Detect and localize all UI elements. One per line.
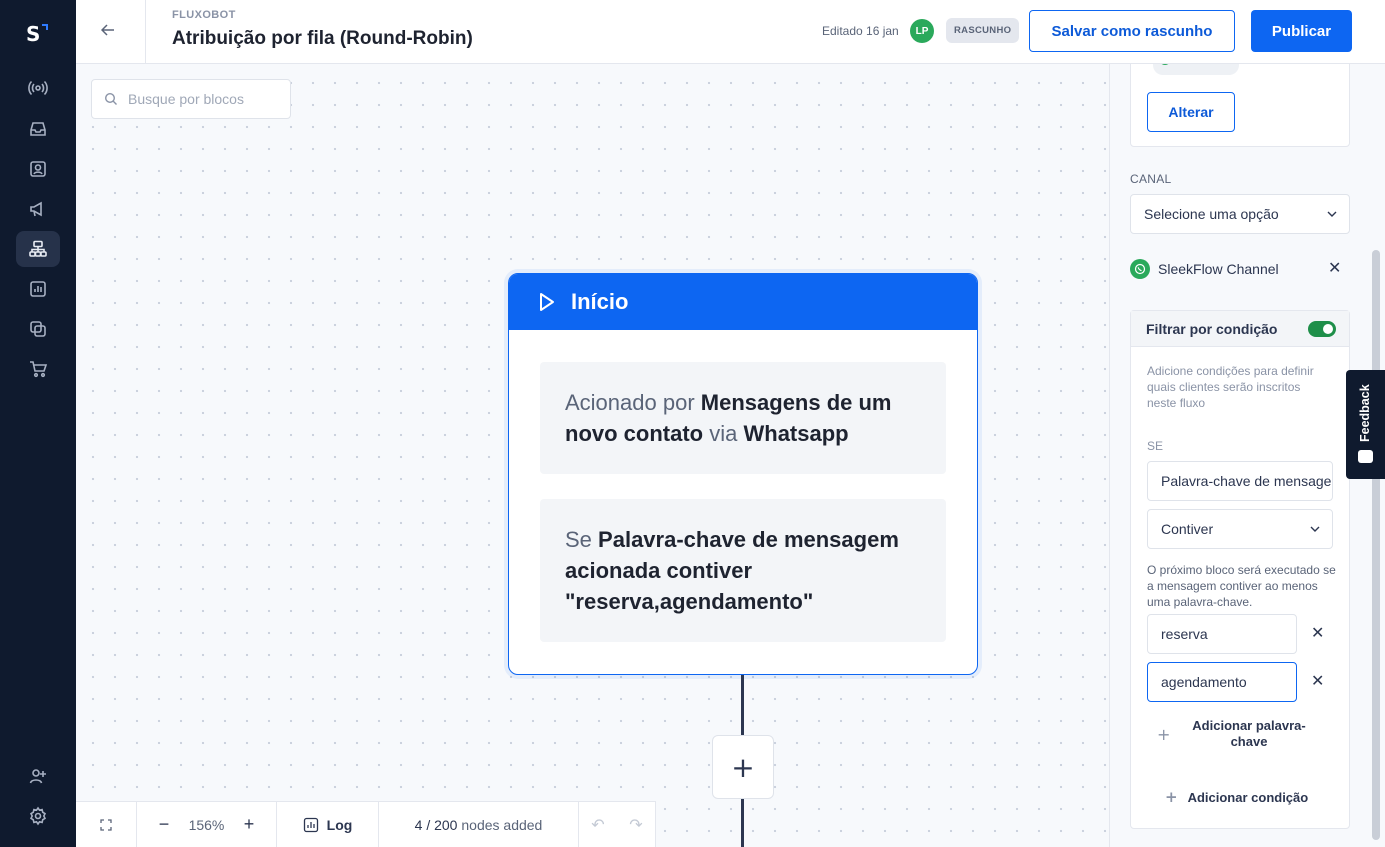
feedback-tab[interactable]: Feedback [1346,370,1385,479]
chevron-down-icon [1327,211,1337,217]
publish-button[interactable]: Publicar [1251,10,1352,52]
add-condition-label: Adicionar condição [1187,789,1309,805]
trigger-prefix: Acionado por [565,390,695,415]
nodes-counter: 4 / 200 nodes added [379,801,579,847]
chevron-down-icon [1310,526,1320,532]
trigger-channel: Whatsapp [743,421,849,446]
trigger-via: via [709,421,738,446]
whatsapp-status-chip [1153,64,1239,75]
if-label: SE [1147,439,1164,453]
add-keyword-label: Adicionar palavra-chave [1192,718,1306,749]
header-divider [145,0,146,64]
plus-icon: + [1157,724,1171,744]
fit-view-icon[interactable] [76,801,137,847]
condition-operator-value: Contiver [1161,521,1214,537]
condition-operator-select[interactable]: Contiver [1147,509,1333,549]
keyword-input-2[interactable] [1147,662,1297,702]
inbox-icon[interactable] [16,111,60,147]
zoom-in-button[interactable]: + [244,814,255,835]
flow-title[interactable]: Atribuição por fila (Round-Robin) [172,28,473,50]
selected-channel: SleekFlow Channel [1130,258,1350,280]
condition-card[interactable]: Se Palavra-chave de mensagem acionada co… [540,499,946,642]
add-block-button[interactable]: + [712,735,774,799]
remove-keyword-icon[interactable]: ✕ [1311,623,1324,642]
flow-type-label: FLUXOBOT [172,9,236,21]
commerce-icon[interactable] [16,351,60,387]
trigger-card[interactable]: Acionado por Mensagens de um novo contat… [540,362,946,474]
back-arrow-icon[interactable] [96,18,120,42]
condition-text: Palavra-chave de mensagem acionada conti… [565,527,899,614]
start-node-title: Início [571,289,629,314]
status-badge: RASCUNHO [946,18,1020,43]
avatar: LP [910,19,934,43]
integrations-icon[interactable] [16,311,60,347]
flow-canvas[interactable]: Início Acionado por Mensagens de um novo… [76,64,1109,847]
zoom-level: 156% [188,816,225,833]
log-icon [303,817,318,832]
panel-scrollbar[interactable] [1372,250,1380,840]
broadcast-icon[interactable] [16,70,60,106]
condition-prefix: Se [565,527,592,552]
channel-select-placeholder: Selecione uma opção [1144,206,1279,222]
whatsapp-icon [1130,259,1150,279]
play-icon [540,293,554,311]
nav-rail: S [0,0,76,847]
settings-panel: Alterar CANAL Selecione uma opção SleekF… [1109,64,1385,847]
feedback-label: Feedback [1358,384,1372,442]
search-input[interactable] [128,91,278,107]
history-controls: ↶ ↷ [579,802,655,847]
undo-icon[interactable]: ↶ [591,815,604,835]
filter-title: Filtrar por condição [1146,320,1278,337]
operator-help-text: O próximo bloco será executado se a mens… [1147,563,1336,609]
settings-icon[interactable] [16,798,60,834]
nodes-count: 4 / 200 [414,816,458,833]
app-logo[interactable]: S [26,22,52,48]
flow-builder-icon[interactable] [16,231,60,267]
trigger-summary-card: Alterar [1130,64,1350,147]
nodes-suffix: nodes added [461,816,543,833]
filter-condition-card: Filtrar por condição Adicione condições … [1130,310,1350,829]
save-draft-button[interactable]: Salvar como rascunho [1029,10,1235,52]
change-trigger-button[interactable]: Alterar [1147,92,1235,132]
plus-icon: + [1165,788,1178,806]
channel-name: SleekFlow Channel [1158,261,1279,277]
log-label: Log [326,816,353,833]
canvas-toolbar: − 156% + Log 4 / 200 nodes added ↶ ↷ [76,801,656,847]
add-condition-button[interactable]: + Adicionar condição [1165,788,1308,806]
zoom-controls: − 156% + [137,801,277,847]
zoom-out-button[interactable]: − [159,814,170,835]
logo-letter: S [26,22,41,46]
filter-help-text: Adicione condições para definir quais cl… [1147,364,1314,410]
feedback-icon [1358,450,1373,463]
add-user-icon[interactable] [16,758,60,794]
contacts-icon[interactable] [16,151,60,187]
condition-field-select[interactable]: Palavra-chave de mensagem [1147,461,1333,501]
search-icon [104,92,117,105]
redo-icon[interactable]: ↷ [629,815,642,835]
start-node[interactable]: Início Acionado por Mensagens de um novo… [508,273,978,675]
channel-select[interactable]: Selecione uma opção [1130,194,1350,234]
last-edited-text: Editado 16 jan [822,24,899,38]
start-node-header: Início [509,274,977,330]
analytics-icon[interactable] [16,271,60,307]
remove-channel-icon[interactable]: ✕ [1328,258,1341,277]
add-keyword-button[interactable]: + Adicionar palavra-chave [1157,716,1337,752]
keyword-input-1[interactable] [1147,614,1297,654]
condition-field-value: Palavra-chave de mensagem [1161,473,1333,489]
remove-keyword-icon[interactable]: ✕ [1311,671,1324,690]
log-button[interactable]: Log [277,801,379,847]
campaigns-icon[interactable] [16,191,60,227]
filter-toggle[interactable] [1308,321,1336,337]
block-search[interactable] [91,79,291,119]
channel-label: CANAL [1130,172,1172,186]
top-header: FLUXOBOT Atribuição por fila (Round-Robi… [76,0,1385,64]
